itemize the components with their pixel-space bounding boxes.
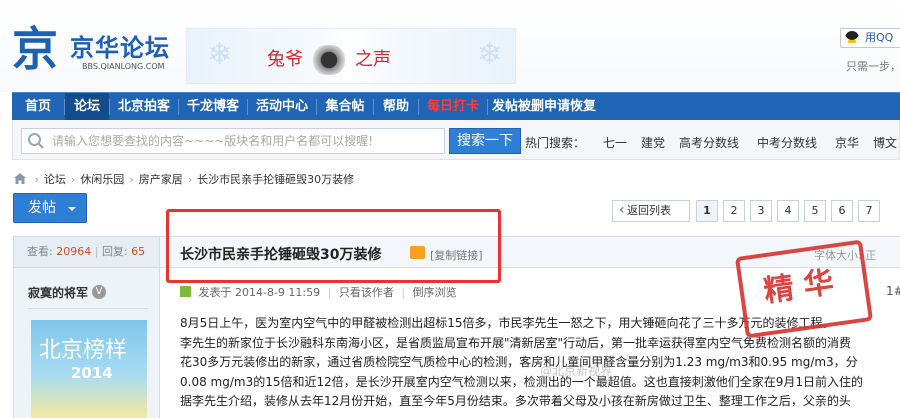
thread-stats: 查看: 20964 | 回复: 65	[13, 236, 160, 268]
reverse-order-link[interactable]: 倒序浏览	[413, 286, 457, 299]
logo-mark: 京	[12, 22, 58, 76]
hot-search-term[interactable]: 博文	[873, 134, 897, 151]
breadcrumb-item[interactable]: 房产家居	[139, 173, 183, 186]
post-paragraph-line: 据李先生介绍，装修从去年12月份开始，直至今年5月份结束。多次带着父母及小孩在新…	[180, 394, 851, 408]
qq-icon	[845, 31, 859, 45]
hot-search-label: 热门搜索：	[525, 136, 586, 150]
search-box	[21, 128, 445, 154]
watermark: @北京新视界	[540, 364, 613, 378]
nav-item[interactable]: 集合帖	[317, 93, 373, 120]
avatar-year: 2014	[71, 364, 113, 382]
only-author-link[interactable]: 只看该作者	[339, 286, 394, 299]
breadcrumb-separator: ›	[34, 173, 39, 186]
new-post-button[interactable]: 发帖	[13, 193, 87, 223]
avatar-text: 北京榜样	[39, 338, 128, 363]
post-paragraph-line: 李先生的新家位于长沙融科东南海小区，是省质监局宣布开展"清新居室"行动后，第一批…	[180, 335, 852, 350]
breadcrumb-item[interactable]: 长沙市民亲手抡锤砸毁30万装修	[197, 173, 354, 186]
hot-search-term[interactable]: 中考分数线	[757, 134, 817, 151]
replies-label: 回复:	[101, 245, 128, 258]
page-number[interactable]: 2	[723, 200, 745, 222]
floor-number: 1#	[886, 284, 900, 298]
views-label: 查看:	[27, 245, 53, 258]
hot-search-term[interactable]: 京华	[835, 134, 859, 151]
nav-item[interactable]: 发帖被删申请恢复	[488, 93, 600, 120]
replies-count: 65	[131, 245, 146, 258]
breadcrumb-separator: ›	[129, 173, 134, 186]
page-number[interactable]: 7	[858, 200, 880, 222]
views-count: 20964	[56, 245, 92, 258]
breadcrumb-separator: ›	[187, 173, 193, 186]
nav-item[interactable]: 千龙博客	[179, 93, 247, 120]
author-panel: 寂寞的将军 V 北京榜样 2014	[13, 268, 160, 418]
breadcrumb-separator: ›	[70, 173, 76, 186]
breadcrumb: › 论坛 › 休闲乐园 › 房产家居 › 长沙市民亲手抡锤砸毁30万装修	[14, 171, 354, 187]
nav-item[interactable]: 帮助	[374, 93, 418, 120]
main-nav: 首页 论坛 北京拍客 千龙博客 活动中心 集合帖 帮助 每日打卡 发帖被删申请恢复	[12, 92, 900, 120]
banner-decoration: ❄	[207, 37, 233, 72]
chevron-down-icon	[68, 207, 76, 211]
breadcrumb-item[interactable]: 论坛	[44, 173, 66, 186]
hot-search-term[interactable]: 建党	[641, 134, 665, 151]
site-logo[interactable]: 京 京华论坛 BBS.QIANLONG.COM	[12, 24, 182, 76]
page-number[interactable]: 5	[804, 200, 826, 222]
post-time: 发表于 2014-8-9 11:59	[198, 286, 321, 299]
banner-left-text: 兔爷	[267, 49, 303, 70]
page-number[interactable]: 1	[696, 200, 718, 222]
nav-item[interactable]: 每日打卡	[419, 93, 487, 120]
breadcrumb-item[interactable]: 休闲乐园	[80, 173, 124, 186]
nav-item[interactable]: 活动中心	[248, 93, 316, 120]
online-status-icon	[180, 286, 191, 297]
banner-title: 兔爷 之声	[267, 45, 391, 75]
search-bar: 搜索一下 热门搜索： 七一建党高考分数线 中考分数线 京华博文	[12, 120, 900, 160]
qq-login-button[interactable]: 用QQ	[840, 28, 900, 48]
hot-search-term[interactable]: 高考分数线	[679, 134, 739, 151]
nav-item[interactable]: 首页	[12, 93, 64, 120]
back-to-list-button[interactable]: 返回列表	[612, 200, 690, 222]
nav-item[interactable]: 论坛	[65, 93, 109, 120]
hot-search-term[interactable]: 七一	[603, 134, 627, 151]
header-banner[interactable]: ❄ ❄ 兔爷 之声	[186, 28, 516, 84]
rabbit-icon	[307, 45, 351, 75]
divider	[28, 308, 148, 309]
logo-text: 京华论坛	[70, 33, 170, 62]
home-icon[interactable]	[14, 173, 26, 184]
banner-decoration: ❄	[477, 37, 503, 72]
header-note: 只需一步，	[846, 60, 900, 73]
search-input[interactable]	[52, 132, 432, 150]
logo-subtext: BBS.QIANLONG.COM	[82, 62, 165, 71]
avatar[interactable]: 北京榜样 2014	[31, 320, 147, 418]
site-header: 京 京华论坛 BBS.QIANLONG.COM ❄ ❄ 兔爷 之声 用QQ 只需一…	[0, 0, 900, 92]
page-number[interactable]: 4	[777, 200, 799, 222]
new-post-label: 发帖	[28, 200, 56, 216]
title-highlight-box	[166, 209, 501, 283]
nav-item[interactable]: 北京拍客	[110, 93, 178, 120]
verified-badge-icon: V	[92, 285, 106, 299]
post-meta: 发表于 2014-8-9 11:59 | 只看该作者 | 倒序浏览	[180, 284, 457, 300]
search-icon	[28, 133, 44, 149]
page-number[interactable]: 3	[750, 200, 772, 222]
search-button[interactable]: 搜索一下	[449, 128, 521, 154]
qq-login-label: 用QQ	[865, 31, 894, 44]
banner-right-text: 之声	[355, 49, 391, 70]
page-number[interactable]: 6	[831, 200, 853, 222]
author-name[interactable]: 寂寞的将军	[28, 284, 88, 301]
